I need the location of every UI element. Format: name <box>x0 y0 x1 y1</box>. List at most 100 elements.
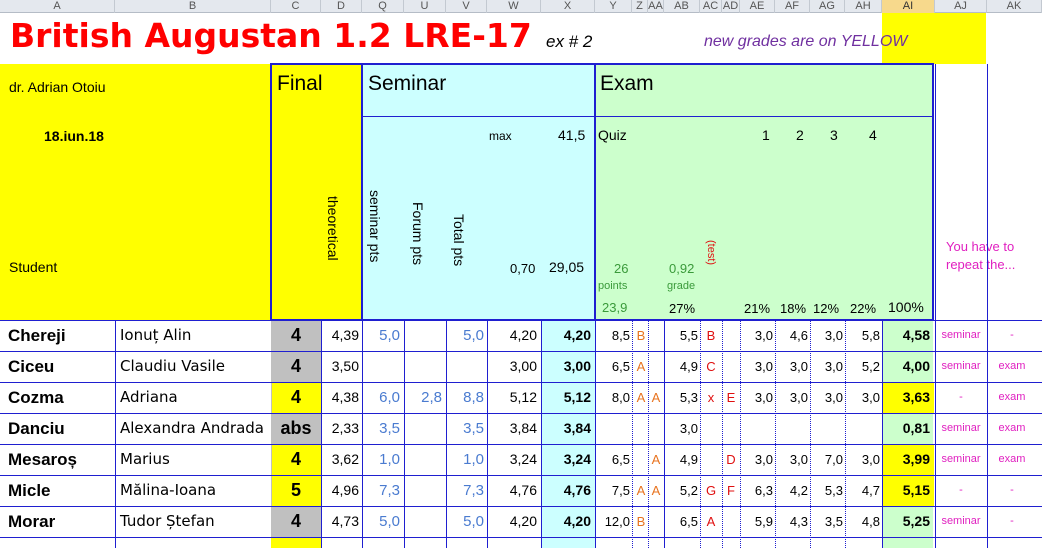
total-pts-cell[interactable]: 7,3 <box>446 475 484 506</box>
student-first-name[interactable]: Claudiu Vasile <box>120 351 270 382</box>
total-pts-cell[interactable] <box>446 351 484 382</box>
exam-score-cell[interactable]: 4,9 <box>664 351 698 382</box>
final-grade-cell[interactable]: 4 <box>272 506 320 537</box>
repeat-seminar-cell[interactable]: - <box>935 475 987 506</box>
column-header-z[interactable]: Z <box>632 0 648 13</box>
student-last-name[interactable]: Morar <box>8 506 113 537</box>
quiz-3-cell[interactable]: 7,0 <box>810 444 843 475</box>
quiz-1-cell[interactable]: 5,9 <box>740 506 773 537</box>
final-grade-cell[interactable]: 4 <box>272 444 320 475</box>
seminar-grade-cell[interactable]: 4,76 <box>541 475 591 506</box>
quiz-letter-cell[interactable] <box>648 413 664 444</box>
test-letter-cell[interactable] <box>700 444 722 475</box>
quiz-1-cell[interactable]: 6,3 <box>740 475 773 506</box>
total-pts-cell[interactable]: 8,8 <box>446 382 484 413</box>
quiz-3-cell[interactable]: 3,0 <box>810 351 843 382</box>
test-letter-cell[interactable]: E <box>722 382 740 413</box>
test-letter-cell[interactable] <box>722 413 740 444</box>
quiz-letter-cell[interactable] <box>634 413 648 444</box>
quiz-2-cell[interactable]: 3,0 <box>775 444 808 475</box>
column-header-y[interactable]: Y <box>595 0 632 13</box>
student-last-name[interactable]: Danciu <box>8 413 113 444</box>
seminar-grade-cell[interactable]: 3,24 <box>541 444 591 475</box>
seminar-pts-cell[interactable]: 1,0 <box>362 444 400 475</box>
final-exam-grade-cell[interactable]: 5,25 <box>882 506 930 537</box>
test-letter-cell[interactable] <box>722 351 740 382</box>
seminar-weighted-cell[interactable]: 4,20 <box>487 506 537 537</box>
quiz-2-cell[interactable]: 3,0 <box>775 382 808 413</box>
test-letter-cell[interactable]: B <box>700 320 722 351</box>
repeat-exam-cell[interactable]: exam <box>987 382 1037 413</box>
exam-score-cell[interactable]: 5,2 <box>664 475 698 506</box>
exam-score-cell[interactable]: 5,3 <box>664 382 698 413</box>
quiz-letter-cell[interactable]: A <box>648 444 664 475</box>
quiz-4-cell[interactable]: 3,0 <box>845 444 880 475</box>
total-pts-cell[interactable]: 5,0 <box>446 506 484 537</box>
total-pts-cell[interactable]: 3,5 <box>446 413 484 444</box>
quiz-2-cell[interactable]: 3,0 <box>775 351 808 382</box>
column-header-af[interactable]: AF <box>775 0 810 13</box>
quiz-letter-cell[interactable]: A <box>634 351 648 382</box>
theoretical-cell[interactable]: 4,73 <box>321 506 359 537</box>
quiz-score-cell[interactable]: 6,5 <box>595 444 630 475</box>
repeat-exam-cell[interactable]: - <box>987 506 1037 537</box>
repeat-exam-cell[interactable]: - <box>987 320 1037 351</box>
repeat-seminar-cell[interactable]: seminar <box>935 506 987 537</box>
quiz-letter-cell[interactable]: A <box>648 475 664 506</box>
quiz-score-cell[interactable] <box>595 413 630 444</box>
student-first-name[interactable]: Tudor Ștefan <box>120 506 270 537</box>
quiz-1-cell[interactable] <box>740 413 773 444</box>
final-exam-grade-cell[interactable]: 5,15 <box>882 475 930 506</box>
test-letter-cell[interactable]: G <box>700 475 722 506</box>
column-header-u[interactable]: U <box>404 0 446 13</box>
quiz-4-cell[interactable]: 5,2 <box>845 351 880 382</box>
seminar-weighted-cell[interactable]: 5,12 <box>487 382 537 413</box>
quiz-3-cell[interactable]: 3,5 <box>810 506 843 537</box>
column-header-aj[interactable]: AJ <box>935 0 987 13</box>
test-letter-cell[interactable]: C <box>700 351 722 382</box>
repeat-exam-cell[interactable]: exam <box>987 413 1037 444</box>
forum-pts-cell[interactable] <box>404 444 442 475</box>
quiz-1-cell[interactable]: 3,0 <box>740 444 773 475</box>
student-last-name[interactable]: Cozma <box>8 382 113 413</box>
quiz-letter-cell[interactable]: A <box>648 382 664 413</box>
quiz-score-cell[interactable]: 12,0 <box>595 506 630 537</box>
forum-pts-cell[interactable] <box>404 320 442 351</box>
seminar-pts-cell[interactable]: 5,0 <box>362 320 400 351</box>
test-letter-cell[interactable]: x <box>700 382 722 413</box>
quiz-4-cell[interactable]: 3,0 <box>845 382 880 413</box>
seminar-grade-cell[interactable]: 3,00 <box>541 351 591 382</box>
quiz-4-cell[interactable]: 4,8 <box>845 506 880 537</box>
test-letter-cell[interactable] <box>722 506 740 537</box>
quiz-4-cell[interactable]: 4,7 <box>845 475 880 506</box>
column-header-ai[interactable]: AI <box>882 0 935 13</box>
total-pts-cell[interactable]: 5,0 <box>446 320 484 351</box>
student-first-name[interactable]: Alexandra Andrada <box>120 413 270 444</box>
quiz-1-cell[interactable]: 3,0 <box>740 351 773 382</box>
repeat-exam-cell[interactable]: exam <box>987 444 1037 475</box>
repeat-exam-cell[interactable]: exam <box>987 351 1037 382</box>
final-grade-cell[interactable]: 4 <box>272 351 320 382</box>
quiz-2-cell[interactable]: 4,2 <box>775 475 808 506</box>
student-last-name[interactable]: Ciceu <box>8 351 113 382</box>
seminar-weighted-cell[interactable]: 4,20 <box>487 320 537 351</box>
test-letter-cell[interactable]: A <box>700 506 722 537</box>
column-header-v[interactable]: V <box>446 0 487 13</box>
student-last-name[interactable]: Micle <box>8 475 113 506</box>
column-header-w[interactable]: W <box>487 0 541 13</box>
quiz-score-cell[interactable]: 6,5 <box>595 351 630 382</box>
repeat-seminar-cell[interactable]: seminar <box>935 351 987 382</box>
seminar-weighted-cell[interactable]: 4,76 <box>487 475 537 506</box>
quiz-2-cell[interactable]: 4,3 <box>775 506 808 537</box>
quiz-3-cell[interactable]: 3,0 <box>810 320 843 351</box>
quiz-letter-cell[interactable]: B <box>634 320 648 351</box>
student-last-name[interactable]: Chereji <box>8 320 113 351</box>
student-first-name[interactable]: Ionuț Alin <box>120 320 270 351</box>
quiz-4-cell[interactable] <box>845 413 880 444</box>
seminar-pts-cell[interactable]: 7,3 <box>362 475 400 506</box>
student-last-name[interactable]: Mesaroș <box>8 444 113 475</box>
final-exam-grade-cell[interactable]: 4,00 <box>882 351 930 382</box>
seminar-weighted-cell[interactable]: 3,24 <box>487 444 537 475</box>
column-header-d[interactable]: D <box>321 0 362 13</box>
quiz-letter-cell[interactable]: B <box>634 506 648 537</box>
